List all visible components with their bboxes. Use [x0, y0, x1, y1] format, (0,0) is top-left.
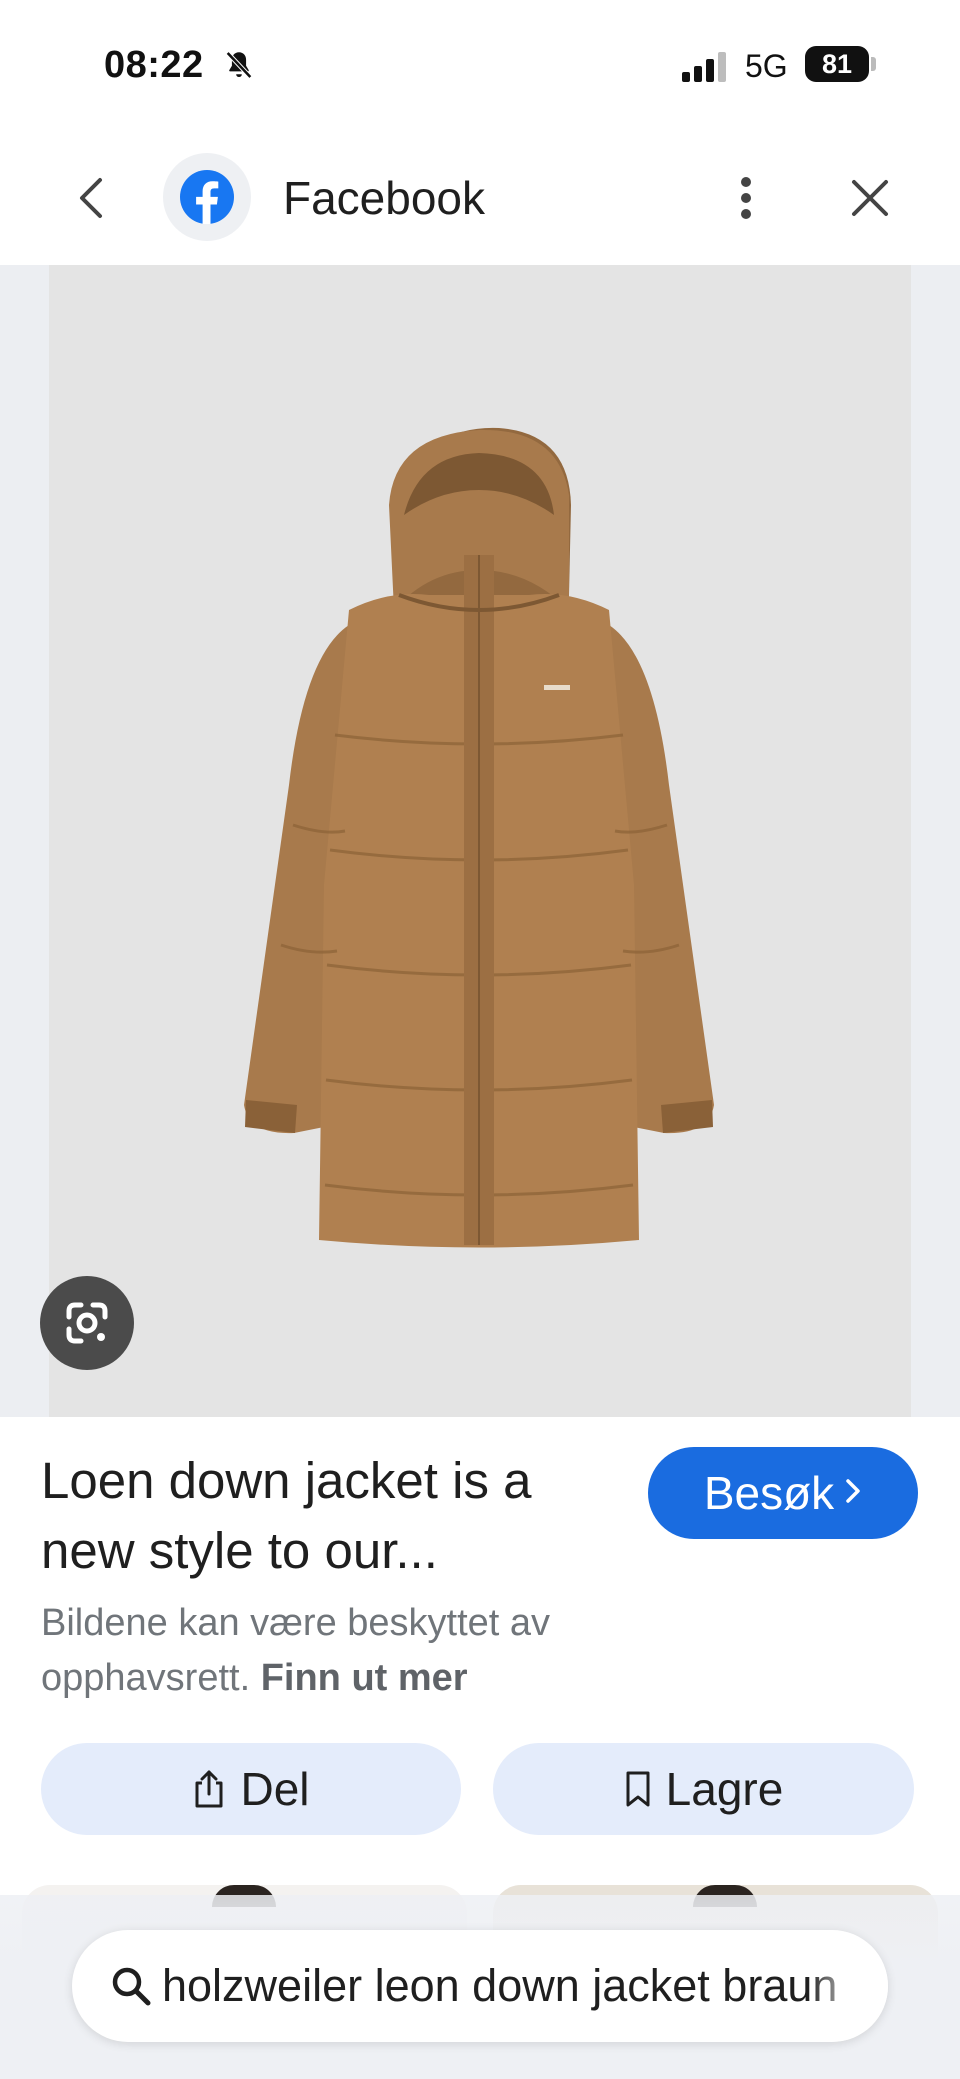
save-label: Lagre: [665, 1763, 784, 1815]
bookmark-icon: [626, 1771, 650, 1807]
product-image[interactable]: [49, 265, 911, 1417]
visit-button-label: Besøk: [703, 1467, 835, 1519]
learn-more-link[interactable]: Finn ut mer: [261, 1657, 468, 1699]
image-viewer: [0, 265, 960, 1417]
signal-icon: [682, 52, 726, 82]
visit-button[interactable]: Besøk: [648, 1447, 918, 1539]
bell-muted-icon: [226, 51, 252, 79]
search-bar[interactable]: holzweiler leon down jacket braun: [72, 1930, 888, 2042]
share-icon: [195, 1770, 223, 1808]
status-time: 08:22: [104, 44, 204, 86]
battery-icon: 81: [805, 46, 876, 82]
status-bar: 08:22 5G 81: [0, 0, 960, 130]
search-text-fade: [808, 1930, 888, 2042]
network-type: 5G: [745, 48, 788, 84]
site-favicon: [163, 153, 251, 241]
google-lens-icon: [66, 1302, 108, 1344]
battery-level: 81: [805, 46, 869, 82]
facebook-logo-icon: [180, 170, 234, 224]
more-options-button[interactable]: [726, 170, 766, 226]
copyright-notice: Bildene kan være beskyttet av opphavsret…: [41, 1596, 681, 1706]
close-icon: [852, 180, 888, 216]
jacket-illustration: [244, 427, 714, 1248]
battery-cap: [871, 57, 876, 71]
save-button[interactable]: Lagre: [493, 1743, 914, 1835]
chevron-right-icon: [846, 1479, 860, 1503]
back-chevron-icon: [80, 178, 102, 218]
result-title[interactable]: Loen down jacket is a new style to our..…: [41, 1446, 621, 1586]
more-vert-icon: [741, 177, 751, 219]
google-lens-button[interactable]: [40, 1276, 134, 1370]
share-button[interactable]: Del: [41, 1743, 461, 1835]
app-bar: Facebook: [0, 140, 960, 265]
share-label: Del: [240, 1763, 310, 1815]
back-button[interactable]: [66, 170, 116, 226]
close-button[interactable]: [842, 170, 898, 226]
search-icon: [112, 1967, 151, 2006]
search-query: holzweiler leon down jacket braun: [162, 1960, 838, 2011]
site-name[interactable]: Facebook: [283, 171, 485, 225]
